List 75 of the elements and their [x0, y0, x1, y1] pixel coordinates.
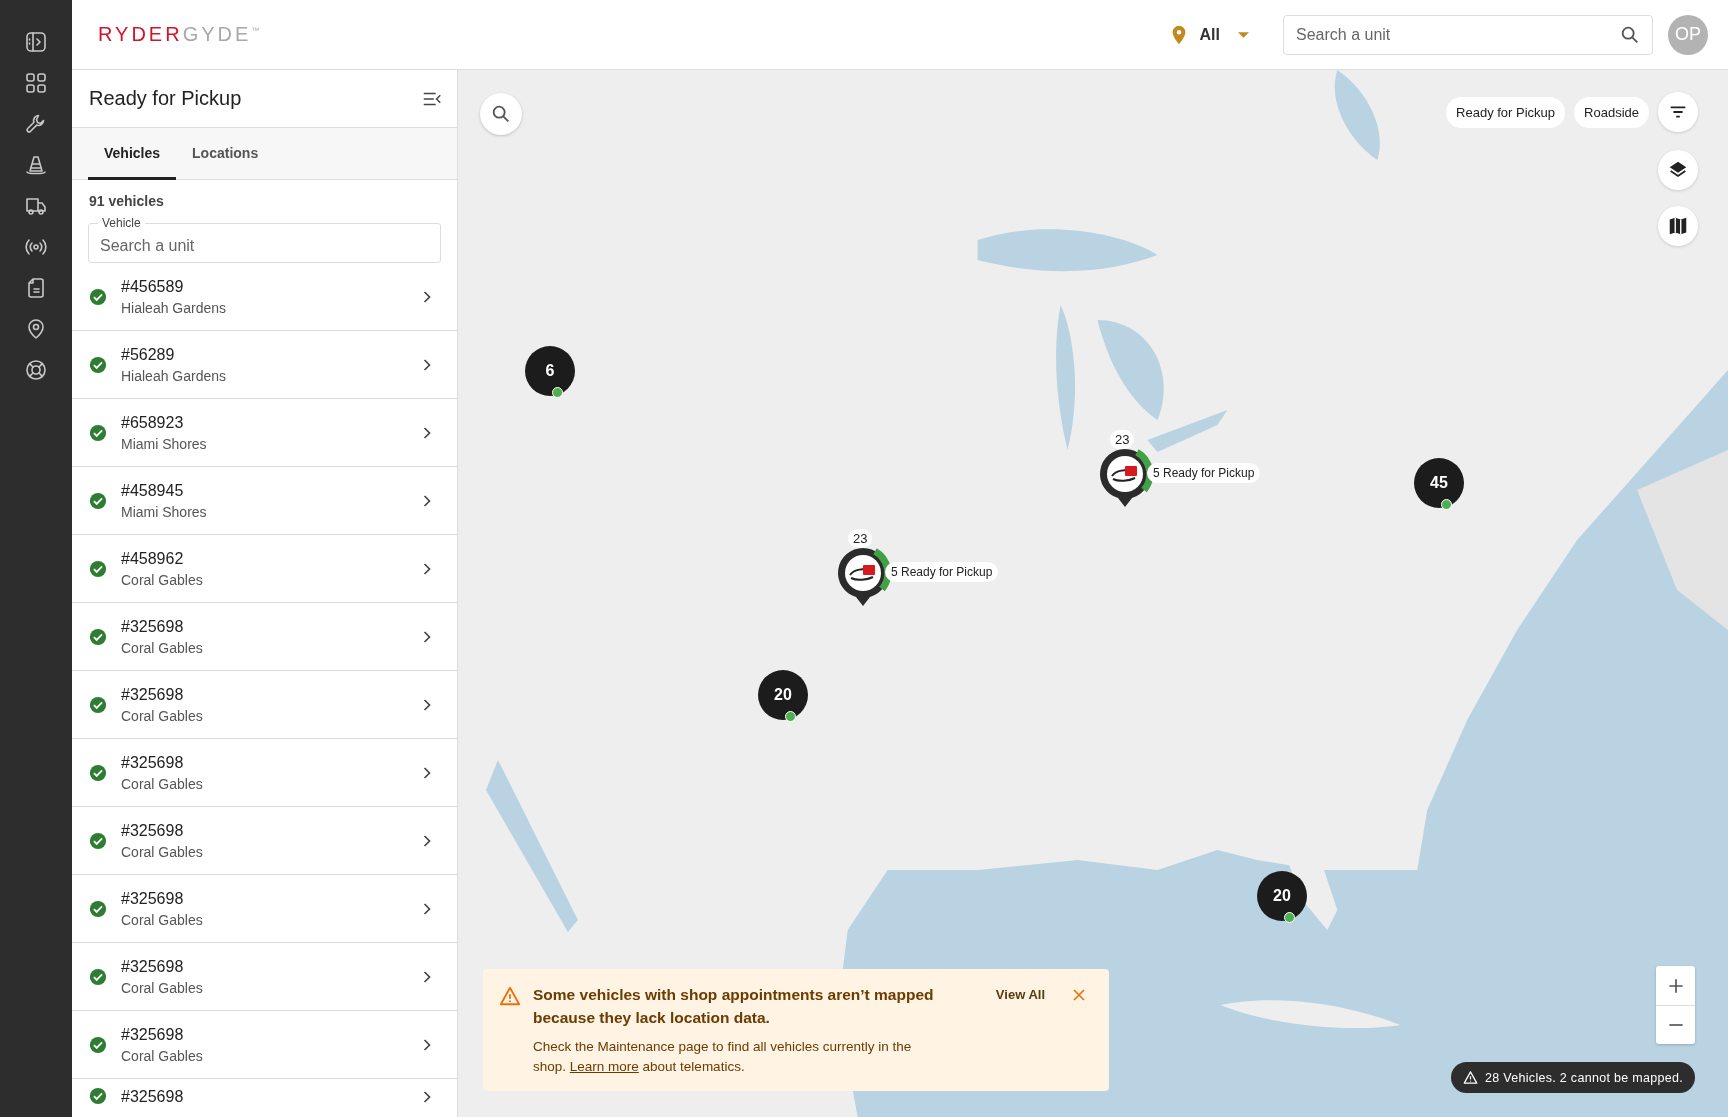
vehicle-row[interactable]: #325698 Coral Gables	[72, 671, 457, 739]
vehicle-row[interactable]: #458945 Miami Shores	[72, 467, 457, 535]
check-circle-icon	[89, 423, 107, 442]
warning-message: Check the Maintenance page to find all vehicles currently in the shop. Learn more about telematics.	[533, 1038, 913, 1076]
location-filter[interactable]: All	[1161, 22, 1255, 47]
unit-location: Coral Gables	[121, 776, 204, 792]
unit-number: #325698	[121, 617, 185, 636]
warning-icon	[1463, 1070, 1479, 1085]
vehicle-row[interactable]: #658923 Miami Shores	[72, 399, 457, 467]
unit-location: Coral Gables	[121, 572, 204, 588]
unit-number: #325698	[121, 821, 185, 840]
caret-icon[interactable]	[1238, 31, 1249, 38]
unit-number: #56289	[121, 345, 176, 364]
unit-location: Miami Shores	[121, 504, 208, 520]
unit-location: Coral Gables	[121, 1048, 204, 1064]
vehicle-row[interactable]: #456589 Hialeah Gardens	[72, 263, 457, 331]
unit-location: Miami Shores	[121, 436, 208, 452]
view-all-link[interactable]: View All	[995, 983, 1045, 1006]
field-label: Vehicle	[98, 216, 145, 230]
notice-text: 28 Vehicles. 2 cannot be mapped.	[1485, 1070, 1683, 1085]
lifebuoy-icon[interactable]	[24, 358, 48, 382]
vehicle-row[interactable]: #325698 Coral Gables	[72, 603, 457, 671]
brand-logo: RYDERGYDE$^{™}$	[98, 23, 263, 46]
learn-more-link[interactable]: Learn more	[569, 1059, 639, 1074]
vehicle-row[interactable]: #325698	[72, 1079, 457, 1117]
check-circle-icon	[89, 1035, 107, 1054]
check-circle-icon	[89, 967, 107, 986]
panel-title: Ready for Pickup	[89, 87, 243, 110]
unit-number: #458945	[121, 481, 185, 500]
warning-title: Some vehicles with shop appointments aren’t mapped because they lack location data.	[533, 985, 935, 1028]
map-icon[interactable]	[1667, 215, 1689, 237]
unit-number: #458962	[121, 549, 185, 568]
vehicle-row[interactable]: #325698 Coral Gables	[72, 739, 457, 807]
unit-location: Coral Gables	[121, 980, 204, 996]
search-field[interactable]: Search a unit	[1283, 14, 1653, 55]
vehicle-row[interactable]: #325698 Coral Gables	[72, 943, 457, 1011]
check-circle-icon	[89, 355, 107, 374]
unit-location: Coral Gables	[121, 708, 204, 724]
marker-label: 5 Ready for Pickup	[1147, 463, 1261, 483]
vehicle-row[interactable]: #325698 Coral Gables	[72, 1011, 457, 1079]
check-circle-icon	[89, 763, 107, 782]
vehicle-row[interactable]: #458962 Coral Gables	[72, 535, 457, 603]
vehicle-row[interactable]: #56289 Hialeah Gardens	[72, 331, 457, 399]
check-circle-icon	[89, 1087, 107, 1105]
unit-location: Coral Gables	[121, 640, 204, 656]
marker-label: 5 Ready for Pickup	[885, 562, 999, 582]
check-circle-icon	[89, 899, 107, 918]
vehicle-row[interactable]: #325698 Coral Gables	[72, 875, 457, 943]
warning-icon	[499, 985, 521, 1007]
unit-number: #456589	[121, 277, 185, 296]
check-circle-icon	[89, 831, 107, 850]
unit-number: #325698	[121, 1025, 185, 1044]
unit-number: #325698	[121, 685, 185, 704]
unit-location: Hialeah Gardens	[121, 300, 228, 316]
check-circle-icon	[89, 491, 107, 510]
traffic-cone-icon[interactable]	[24, 153, 48, 177]
check-circle-icon	[89, 559, 107, 578]
unit-number: #658923	[121, 413, 185, 432]
check-circle-icon	[89, 695, 107, 714]
unit-number: #325698	[121, 957, 185, 976]
check-circle-icon	[89, 627, 107, 646]
unit-location: Coral Gables	[121, 912, 204, 928]
check-circle-icon	[89, 287, 107, 306]
search-icon[interactable]	[490, 103, 512, 125]
unit-location: Hialeah Gardens	[121, 368, 228, 384]
unit-number: #325698	[121, 753, 185, 772]
unit-number: #325698	[121, 1087, 185, 1106]
panel-toggle-icon[interactable]	[24, 30, 48, 54]
tab[interactable]: Locations	[176, 128, 275, 180]
unit-number: #325698	[121, 889, 185, 908]
grid-icon[interactable]	[24, 71, 48, 95]
vehicle-count: 91 vehicles	[88, 192, 165, 211]
unit-location: Coral Gables	[121, 844, 204, 860]
vehicle-row[interactable]: #325698 Coral Gables	[72, 807, 457, 875]
tab[interactable]: Vehicles	[88, 128, 177, 180]
